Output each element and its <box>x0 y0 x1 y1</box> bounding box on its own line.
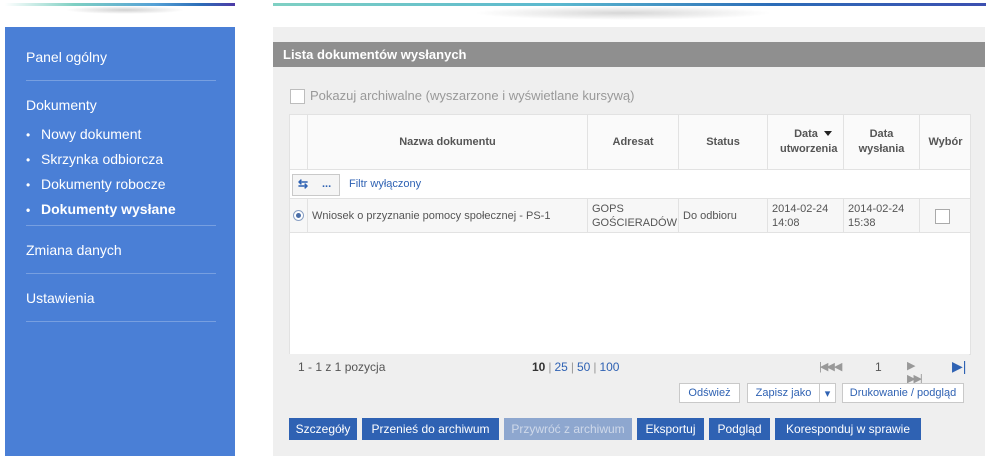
correspond-button[interactable]: Koresponduj w sprawie <box>775 418 921 440</box>
pager: |◀◀ ◀ 1 ▶ ▶▶| ▶| <box>819 358 966 385</box>
show-archived-checkbox[interactable] <box>290 89 305 104</box>
sidebar-subitem-dokumenty-robocze[interactable]: • Dokumenty robocze <box>26 176 166 192</box>
sidebar-subitem-label: Dokumenty robocze <box>41 176 166 192</box>
restore-from-archive-button[interactable]: Przywróć z archiwum <box>504 418 632 440</box>
sidebar-subitem-label: Nowy dokument <box>41 126 142 142</box>
decor-shadow <box>65 6 185 14</box>
sidebar-subitem-dokumenty-wyslane[interactable]: • Dokumenty wysłane <box>26 201 176 217</box>
column-header-wybor[interactable]: Wybór <box>919 115 971 169</box>
move-to-archive-button[interactable]: Przenieś do archiwum <box>362 418 499 440</box>
go-to-end-icon[interactable]: ▶| <box>952 358 966 375</box>
grid-footer: 1 - 1 z 1 pozycja 10 | 25 | 50 | 100 |◀◀ ◀ 1 ▶… <box>289 354 969 385</box>
details-button[interactable]: Szczegóły <box>289 418 357 440</box>
page-size-option[interactable]: 10 <box>532 360 545 374</box>
filter-status[interactable]: Filtr wyłączony <box>349 178 421 190</box>
preview-button[interactable]: Podgląd <box>709 418 770 440</box>
created-time: 14:08 <box>772 216 800 229</box>
column-header-adresat[interactable]: Adresat <box>587 115 678 169</box>
table-row[interactable]: Wniosek o przyznanie pomocy społecznej -… <box>290 199 970 233</box>
sidebar-item-dokumenty[interactable]: Dokumenty <box>26 97 97 113</box>
sidebar-subitem-skrzynka-odbiorcza[interactable]: • Skrzynka odbiorcza <box>26 151 163 167</box>
sidebar-divider <box>26 80 216 81</box>
print-preview-button[interactable]: Drukowanie / podgląd <box>842 383 964 403</box>
sidebar-subitem-nowy-dokument[interactable]: • Nowy dokument <box>26 126 141 142</box>
export-button[interactable]: Eksportuj <box>637 418 704 440</box>
cell-recipient: GOPS GOŚCIERADÓW <box>587 199 678 232</box>
show-archived-label[interactable]: Pokazuj archiwalne (wyszarzone i wyświet… <box>310 88 634 103</box>
row-select-radio[interactable] <box>293 210 304 221</box>
sidebar-item-panel-ogolny[interactable]: Panel ogólny <box>26 49 107 65</box>
sidebar-top-decoration <box>5 0 235 14</box>
recipient-line: GOPS <box>592 202 624 215</box>
created-date: 2014-02-24 <box>772 202 829 215</box>
column-header-label: Data wysłania <box>858 128 905 155</box>
page-size-option[interactable]: 50 <box>577 360 590 374</box>
sidebar: Panel ogólny Dokumenty • Nowy dokument • S… <box>5 27 235 456</box>
chevron-down-icon: ▾ <box>824 387 831 400</box>
filter-more-icon: ... <box>322 178 332 190</box>
sidebar-divider <box>26 225 216 226</box>
column-header-data-wyslania[interactable]: Data wysłania <box>843 115 919 169</box>
sort-desc-icon <box>824 131 832 136</box>
current-page: 1 <box>875 360 882 374</box>
sent-time: 15:38 <box>848 216 876 229</box>
next-last-page-icon[interactable]: ▶ ▶▶| <box>907 359 923 385</box>
sent-date: 2014-02-24 <box>848 202 905 215</box>
bullet-icon: • <box>26 128 31 142</box>
cell-document-name: Wniosek o przyznanie pomocy społecznej -… <box>307 199 587 232</box>
filter-button[interactable]: ⇆ ... <box>292 174 340 196</box>
cell-sent: 2014-02-24 15:38 <box>843 199 919 232</box>
row-select-checkbox[interactable] <box>935 209 950 224</box>
documents-grid: Nazwa dokumentu Adresat Status Data utwo… <box>289 114 971 355</box>
bullet-icon: • <box>26 178 31 192</box>
sidebar-subitem-label: Dokumenty wysłane <box>41 201 176 217</box>
item-count: 1 - 1 z 1 pozycja <box>298 360 386 374</box>
refresh-button[interactable]: Odśwież <box>679 383 740 403</box>
cell-status: Do odbioru <box>678 199 767 232</box>
column-header-status[interactable]: Status <box>678 115 767 169</box>
save-as-dropdown[interactable]: ▾ <box>819 383 836 403</box>
sidebar-divider <box>26 273 216 274</box>
page-size-option[interactable]: 25 <box>554 360 567 374</box>
column-header-data-utworzenia[interactable]: Data utworzenia <box>767 115 842 169</box>
column-header-nazwa[interactable]: Nazwa dokumentu <box>307 115 587 169</box>
page-size-option[interactable]: 100 <box>599 360 619 374</box>
sidebar-item-zmiana-danych[interactable]: Zmiana danych <box>26 242 122 258</box>
panel-header: Lista dokumentów wysłanych <box>273 42 985 67</box>
filter-row: ⇆ ... Filtr wyłączony <box>290 170 970 199</box>
decor-shadow <box>473 6 773 20</box>
bullet-icon: • <box>26 153 31 167</box>
page-size-selector: 10 | 25 | 50 | 100 <box>532 360 620 374</box>
first-prev-page-icon[interactable]: |◀◀ ◀ <box>819 361 842 373</box>
sidebar-item-ustawienia[interactable]: Ustawienia <box>26 290 94 306</box>
save-as-button[interactable]: Zapisz jako <box>747 383 819 403</box>
sidebar-subitem-label: Skrzynka odbiorcza <box>41 151 164 167</box>
grid-header: Nazwa dokumentu Adresat Status Data utwo… <box>290 115 970 170</box>
recipient-line: GOŚCIERADÓW <box>592 216 677 229</box>
cell-created: 2014-02-24 14:08 <box>767 199 843 232</box>
main-top-decoration <box>273 0 986 20</box>
page-title: Lista dokumentów wysłanych <box>283 47 467 62</box>
sidebar-divider <box>26 321 216 322</box>
bullet-icon: • <box>26 203 31 217</box>
filter-arrows-icon: ⇆ <box>298 177 309 191</box>
